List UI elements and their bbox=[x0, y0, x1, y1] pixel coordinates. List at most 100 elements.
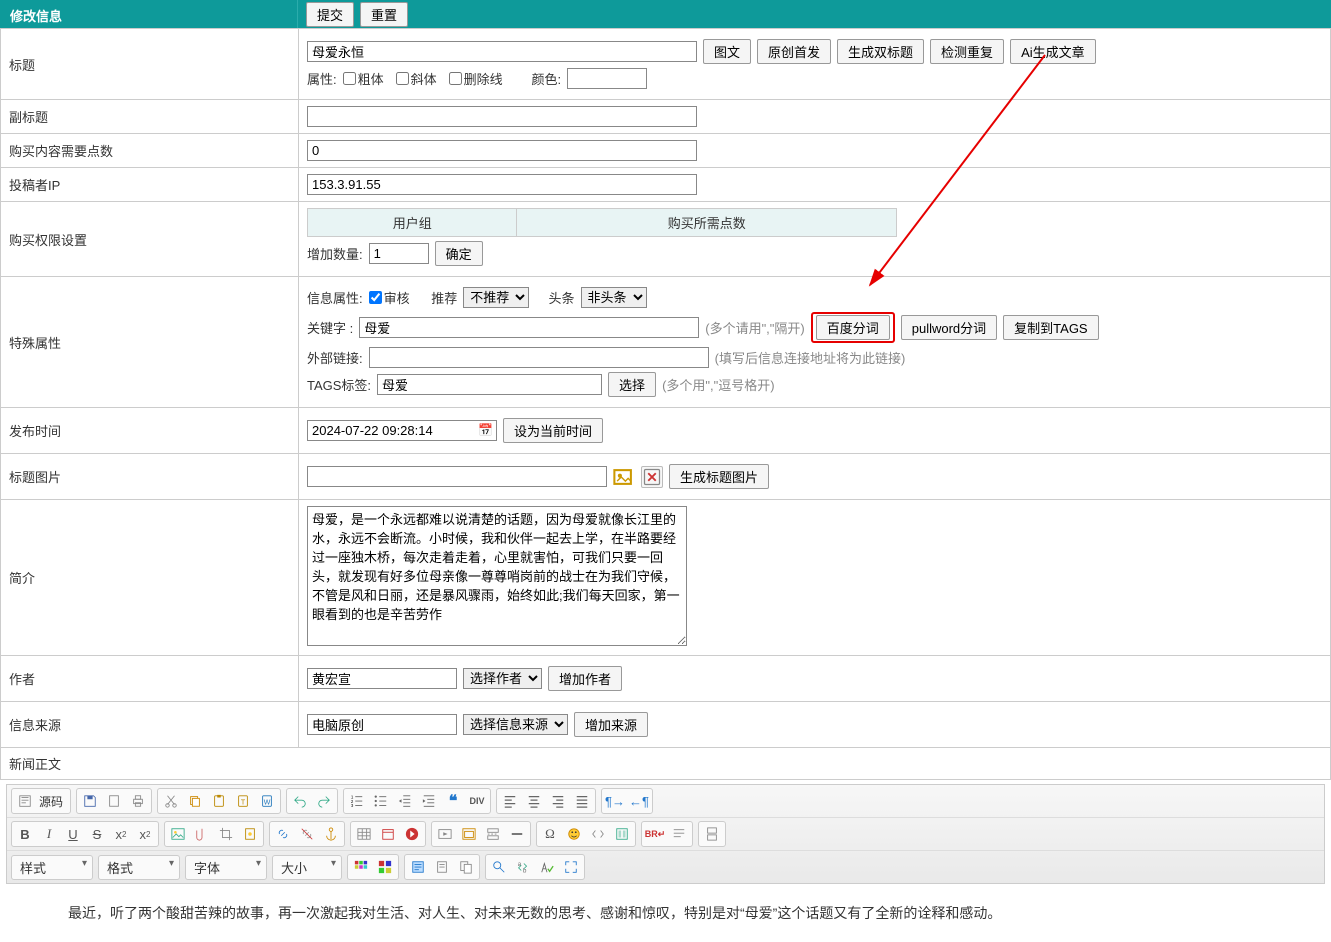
numbered-list-icon[interactable]: 123 bbox=[345, 790, 369, 812]
flash-icon[interactable] bbox=[400, 823, 424, 845]
dualtitle-button[interactable]: 生成双标题 bbox=[837, 39, 924, 64]
copyformat-icon[interactable] bbox=[454, 856, 478, 878]
paste-text-icon[interactable]: T bbox=[231, 790, 255, 812]
source-input[interactable] bbox=[307, 714, 457, 735]
gen-titlepic-button[interactable]: 生成标题图片 bbox=[669, 464, 769, 489]
setcurrent-button[interactable]: 设为当前时间 bbox=[503, 418, 603, 443]
subtitle-input[interactable] bbox=[307, 106, 697, 127]
smiley-icon[interactable] bbox=[562, 823, 586, 845]
maximize-icon[interactable] bbox=[559, 856, 583, 878]
title-input[interactable] bbox=[307, 41, 697, 62]
points-input[interactable] bbox=[307, 140, 697, 161]
undo-icon[interactable] bbox=[288, 790, 312, 812]
paste-icon[interactable] bbox=[207, 790, 231, 812]
color-input[interactable] bbox=[567, 68, 647, 89]
subscript-icon[interactable]: x2 bbox=[109, 823, 133, 845]
strike-icon[interactable]: S bbox=[85, 823, 109, 845]
br-icon[interactable]: BR↵ bbox=[643, 823, 667, 845]
underline-icon[interactable]: U bbox=[61, 823, 85, 845]
grid3-icon[interactable] bbox=[349, 856, 373, 878]
div-icon[interactable]: DIV bbox=[465, 790, 489, 812]
replace-icon[interactable]: ab bbox=[511, 856, 535, 878]
media-button[interactable]: 图文 bbox=[703, 39, 751, 64]
add-source-button[interactable]: 增加来源 bbox=[574, 712, 648, 737]
font-select[interactable]: 字体 bbox=[185, 855, 267, 880]
add-author-button[interactable]: 增加作者 bbox=[548, 666, 622, 691]
italic-checkbox[interactable] bbox=[396, 72, 409, 85]
image-clear-icon[interactable] bbox=[641, 466, 663, 488]
superscript-icon[interactable]: x2 bbox=[133, 823, 157, 845]
indent-icon[interactable] bbox=[417, 790, 441, 812]
code-icon[interactable] bbox=[586, 823, 610, 845]
confirm-button[interactable]: 确定 bbox=[435, 241, 483, 266]
blockquote-icon[interactable]: ❝ bbox=[441, 790, 465, 812]
grid2-icon[interactable] bbox=[373, 856, 397, 878]
image-icon[interactable] bbox=[166, 823, 190, 845]
link-icon[interactable] bbox=[271, 823, 295, 845]
source-select[interactable]: 选择信息来源 bbox=[463, 714, 568, 735]
crop-icon[interactable] bbox=[214, 823, 238, 845]
video-icon[interactable] bbox=[433, 823, 457, 845]
rtl-icon[interactable]: ←¶ bbox=[627, 790, 651, 812]
baidu-seg-button[interactable]: 百度分词 bbox=[816, 315, 890, 340]
iframe-icon[interactable] bbox=[457, 823, 481, 845]
submit-button[interactable]: 提交 bbox=[306, 2, 354, 27]
copy-icon[interactable] bbox=[183, 790, 207, 812]
attachment-icon[interactable] bbox=[190, 823, 214, 845]
author-select[interactable]: 选择作者 bbox=[463, 668, 542, 689]
recommend-select[interactable]: 不推荐 bbox=[463, 287, 529, 308]
author-input[interactable] bbox=[307, 668, 457, 689]
strike-checkbox[interactable] bbox=[449, 72, 462, 85]
italic-icon[interactable]: I bbox=[37, 823, 61, 845]
find-icon[interactable] bbox=[487, 856, 511, 878]
copytags-button[interactable]: 复制到TAGS bbox=[1003, 315, 1098, 340]
audit-checkbox[interactable] bbox=[369, 291, 382, 304]
ai-article-button[interactable]: Ai生成文章 bbox=[1010, 39, 1096, 64]
omega-icon[interactable]: Ω bbox=[538, 823, 562, 845]
reset-button[interactable]: 重置 bbox=[360, 2, 408, 27]
headline-select[interactable]: 非头条 bbox=[581, 287, 647, 308]
cut-icon[interactable] bbox=[159, 790, 183, 812]
pubtime-input[interactable] bbox=[307, 420, 497, 441]
calendar-icon[interactable]: 📅 bbox=[478, 423, 493, 437]
save-icon[interactable] bbox=[78, 790, 102, 812]
article-content[interactable]: 最近，听了两个酸甜苦辣的故事，再一次激起我对生活、对人生、对未来无数的思考、感谢… bbox=[0, 884, 1331, 942]
tags-select-button[interactable]: 选择 bbox=[608, 372, 656, 397]
bold-checkbox[interactable] bbox=[343, 72, 356, 85]
keyword-input[interactable] bbox=[359, 317, 699, 338]
align-right-icon[interactable] bbox=[546, 790, 570, 812]
pagebreak-icon[interactable] bbox=[481, 823, 505, 845]
pagebreak2-icon[interactable] bbox=[700, 823, 724, 845]
newpage-icon[interactable] bbox=[102, 790, 126, 812]
source-button[interactable]: 源码 bbox=[37, 793, 69, 810]
intro-textarea[interactable] bbox=[307, 506, 687, 646]
date-icon[interactable] bbox=[376, 823, 400, 845]
unlink-icon[interactable] bbox=[295, 823, 319, 845]
table-icon[interactable] bbox=[352, 823, 376, 845]
removeformat-icon[interactable] bbox=[430, 856, 454, 878]
selectall-icon[interactable] bbox=[406, 856, 430, 878]
spellcheck-icon[interactable] bbox=[535, 856, 559, 878]
bold-icon[interactable]: B bbox=[13, 823, 37, 845]
anchor-icon[interactable] bbox=[319, 823, 343, 845]
hr-icon[interactable] bbox=[505, 823, 529, 845]
format-icon[interactable] bbox=[667, 823, 691, 845]
outdent-icon[interactable] bbox=[393, 790, 417, 812]
print-icon[interactable] bbox=[126, 790, 150, 812]
extlink-input[interactable] bbox=[369, 347, 709, 368]
ltr-icon[interactable]: ¶→ bbox=[603, 790, 627, 812]
pullword-button[interactable]: pullword分词 bbox=[901, 315, 997, 340]
align-left-icon[interactable] bbox=[498, 790, 522, 812]
checkdup-button[interactable]: 检测重复 bbox=[930, 39, 1004, 64]
align-center-icon[interactable] bbox=[522, 790, 546, 812]
image-browse-icon[interactable] bbox=[613, 466, 635, 488]
source-icon[interactable] bbox=[13, 790, 37, 812]
tags-input[interactable] bbox=[377, 374, 602, 395]
original-button[interactable]: 原创首发 bbox=[757, 39, 831, 64]
size-select[interactable]: 大小 bbox=[272, 855, 342, 880]
template-icon[interactable] bbox=[610, 823, 634, 845]
addqty-input[interactable] bbox=[369, 243, 429, 264]
paste-word-icon[interactable]: W bbox=[255, 790, 279, 812]
format-select[interactable]: 格式 bbox=[98, 855, 180, 880]
align-justify-icon[interactable] bbox=[570, 790, 594, 812]
